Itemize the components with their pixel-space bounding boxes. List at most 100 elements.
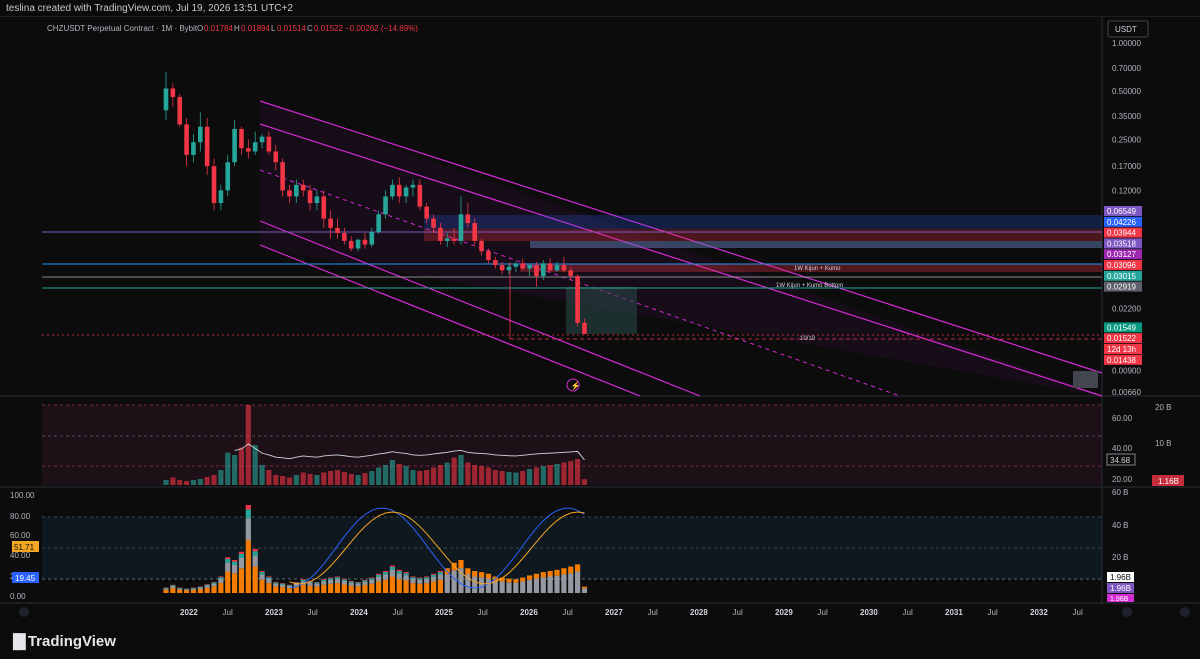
candle-body xyxy=(424,206,429,219)
oscillator-bar-segment xyxy=(458,560,464,569)
volume-bar xyxy=(376,467,382,485)
time-tick-label: 2023 xyxy=(265,608,283,617)
volume-last-label: 1.16B xyxy=(1158,477,1179,486)
symbol-label[interactable]: CHZUSDT Perpetual Contract · 1M · Bybit xyxy=(47,24,198,33)
volume-bar xyxy=(286,477,293,485)
price-tick-label: 0.17000 xyxy=(1112,162,1141,171)
oscillator-bar-segment xyxy=(561,574,567,593)
volume-bar xyxy=(218,470,224,485)
oscillator-bar-segment xyxy=(362,585,368,593)
price-label-text: 0.04226 xyxy=(1107,218,1136,227)
oscillator-bar-segment xyxy=(334,578,341,584)
candle-body xyxy=(547,263,553,271)
volume-bar xyxy=(424,470,430,485)
oscillator-bar-segment xyxy=(389,576,395,593)
currency-button-label[interactable]: USDT xyxy=(1115,25,1137,34)
oscillator-bar-segment xyxy=(190,587,197,589)
oscillator-bar-segment xyxy=(554,569,560,576)
price-tick-label: 0.25000 xyxy=(1112,135,1141,144)
oscillator-bar-segment xyxy=(321,579,327,580)
oscillator-bar-segment xyxy=(314,586,320,593)
oscillator-bar-segment xyxy=(362,581,368,586)
oscillator-bar-segment xyxy=(465,568,471,575)
volume-bar xyxy=(492,470,498,485)
oscillator-bar-segment xyxy=(506,578,512,583)
oscillator-bar-segment xyxy=(259,574,265,580)
oscillator-bar-segment xyxy=(211,582,217,583)
oscillator-bar-segment xyxy=(293,582,299,583)
oscillator-bar-segment xyxy=(266,577,272,579)
auto-scale-icon[interactable] xyxy=(1122,607,1132,617)
volume-bar xyxy=(451,457,457,485)
oscillator-bar-segment xyxy=(273,586,279,593)
candle-body xyxy=(177,96,183,125)
candle-body xyxy=(499,265,505,271)
oscillator-bar-segment xyxy=(376,573,382,575)
oscillator-bar-segment xyxy=(177,589,183,593)
candle-body xyxy=(342,233,347,241)
oscillator-bar-segment xyxy=(328,579,334,584)
candle-body xyxy=(321,196,327,219)
oscillator-bar-segment xyxy=(410,578,416,584)
candle-body xyxy=(472,223,477,241)
oscillator-bar-segment xyxy=(286,588,293,593)
ohlc-open-value: 0.01784 xyxy=(204,24,233,33)
candle-body xyxy=(492,260,498,266)
volume-bar xyxy=(190,480,197,485)
candle-body xyxy=(390,184,395,197)
price-tick-label: 0.35000 xyxy=(1112,112,1141,121)
volume-bar xyxy=(417,471,423,485)
volume-right-tick-label: 10 B xyxy=(1155,439,1171,448)
oscillator-bar-segment xyxy=(252,566,258,593)
oscillator-bar-segment xyxy=(424,578,430,584)
oscillator-bar-segment xyxy=(252,551,258,556)
time-tick-label: Jul xyxy=(648,608,658,617)
volume-bar xyxy=(225,452,231,485)
volume-bar xyxy=(403,466,409,485)
candle-body xyxy=(582,322,587,334)
oscillator-bar-segment xyxy=(259,579,265,593)
oscillator-bar-segment xyxy=(540,577,546,593)
annotation-ratio: 10/10 xyxy=(800,336,816,342)
candle-body xyxy=(335,227,340,234)
lightning-icon-glyph: ⚡ xyxy=(571,381,581,391)
oscillator-bar-segment xyxy=(259,571,265,573)
candle-body xyxy=(280,162,285,191)
log-scale-icon[interactable] xyxy=(1180,607,1190,617)
oscillator-bar-segment xyxy=(183,589,190,591)
oscillator-bar-segment xyxy=(190,589,197,593)
oscillator-bar-segment xyxy=(417,583,423,593)
oscillator-bar-segment xyxy=(238,551,245,554)
volume-bar xyxy=(437,465,443,485)
ohlc-low-value: 0.01514 xyxy=(277,24,306,33)
candle-body xyxy=(561,265,567,271)
price-label-text: 12d 13h xyxy=(1107,345,1136,354)
volume-bar xyxy=(513,472,519,485)
oscillator-bar-segment xyxy=(245,505,251,510)
time-tick-label: 2032 xyxy=(1030,608,1048,617)
osc-right-label-1: 1.96B xyxy=(1110,573,1131,582)
oscillator-bar-segment xyxy=(437,572,443,575)
candle-body xyxy=(287,190,292,197)
oscillator-bar-segment xyxy=(300,584,306,593)
annotation-kijun-kumo: 1W Kijun + Kumo xyxy=(794,266,841,272)
oscillator-bar-segment xyxy=(204,585,210,588)
oscillator-bar-segment xyxy=(362,580,368,582)
chart-canvas[interactable]: CHZUSDT Perpetual Contract · 1M · Bybit … xyxy=(0,0,1200,630)
tradingview-logo-icon: ▐█ xyxy=(8,633,26,649)
oscillator-bar-segment xyxy=(362,579,368,581)
volume-bar xyxy=(341,472,347,485)
ohlc-low-label: L xyxy=(271,24,276,33)
zone-blue xyxy=(424,215,1102,229)
osc-right-label-2: 1.96B xyxy=(1110,584,1131,593)
oscillator-bar-segment xyxy=(369,577,375,579)
candle-body xyxy=(486,251,491,261)
annotation-kijun-kumo-bottom: 1W Kijun + Kumo Bottom xyxy=(776,283,843,289)
zoom-reset-icon[interactable] xyxy=(19,607,29,617)
candle-body xyxy=(211,166,217,204)
oscillator-bar-segment xyxy=(520,577,526,582)
oscillator-bar-segment xyxy=(506,582,512,593)
oscillator-bar-segment xyxy=(396,579,402,593)
oscillator-bar-segment xyxy=(211,583,217,587)
scroll-button[interactable] xyxy=(1073,371,1098,388)
